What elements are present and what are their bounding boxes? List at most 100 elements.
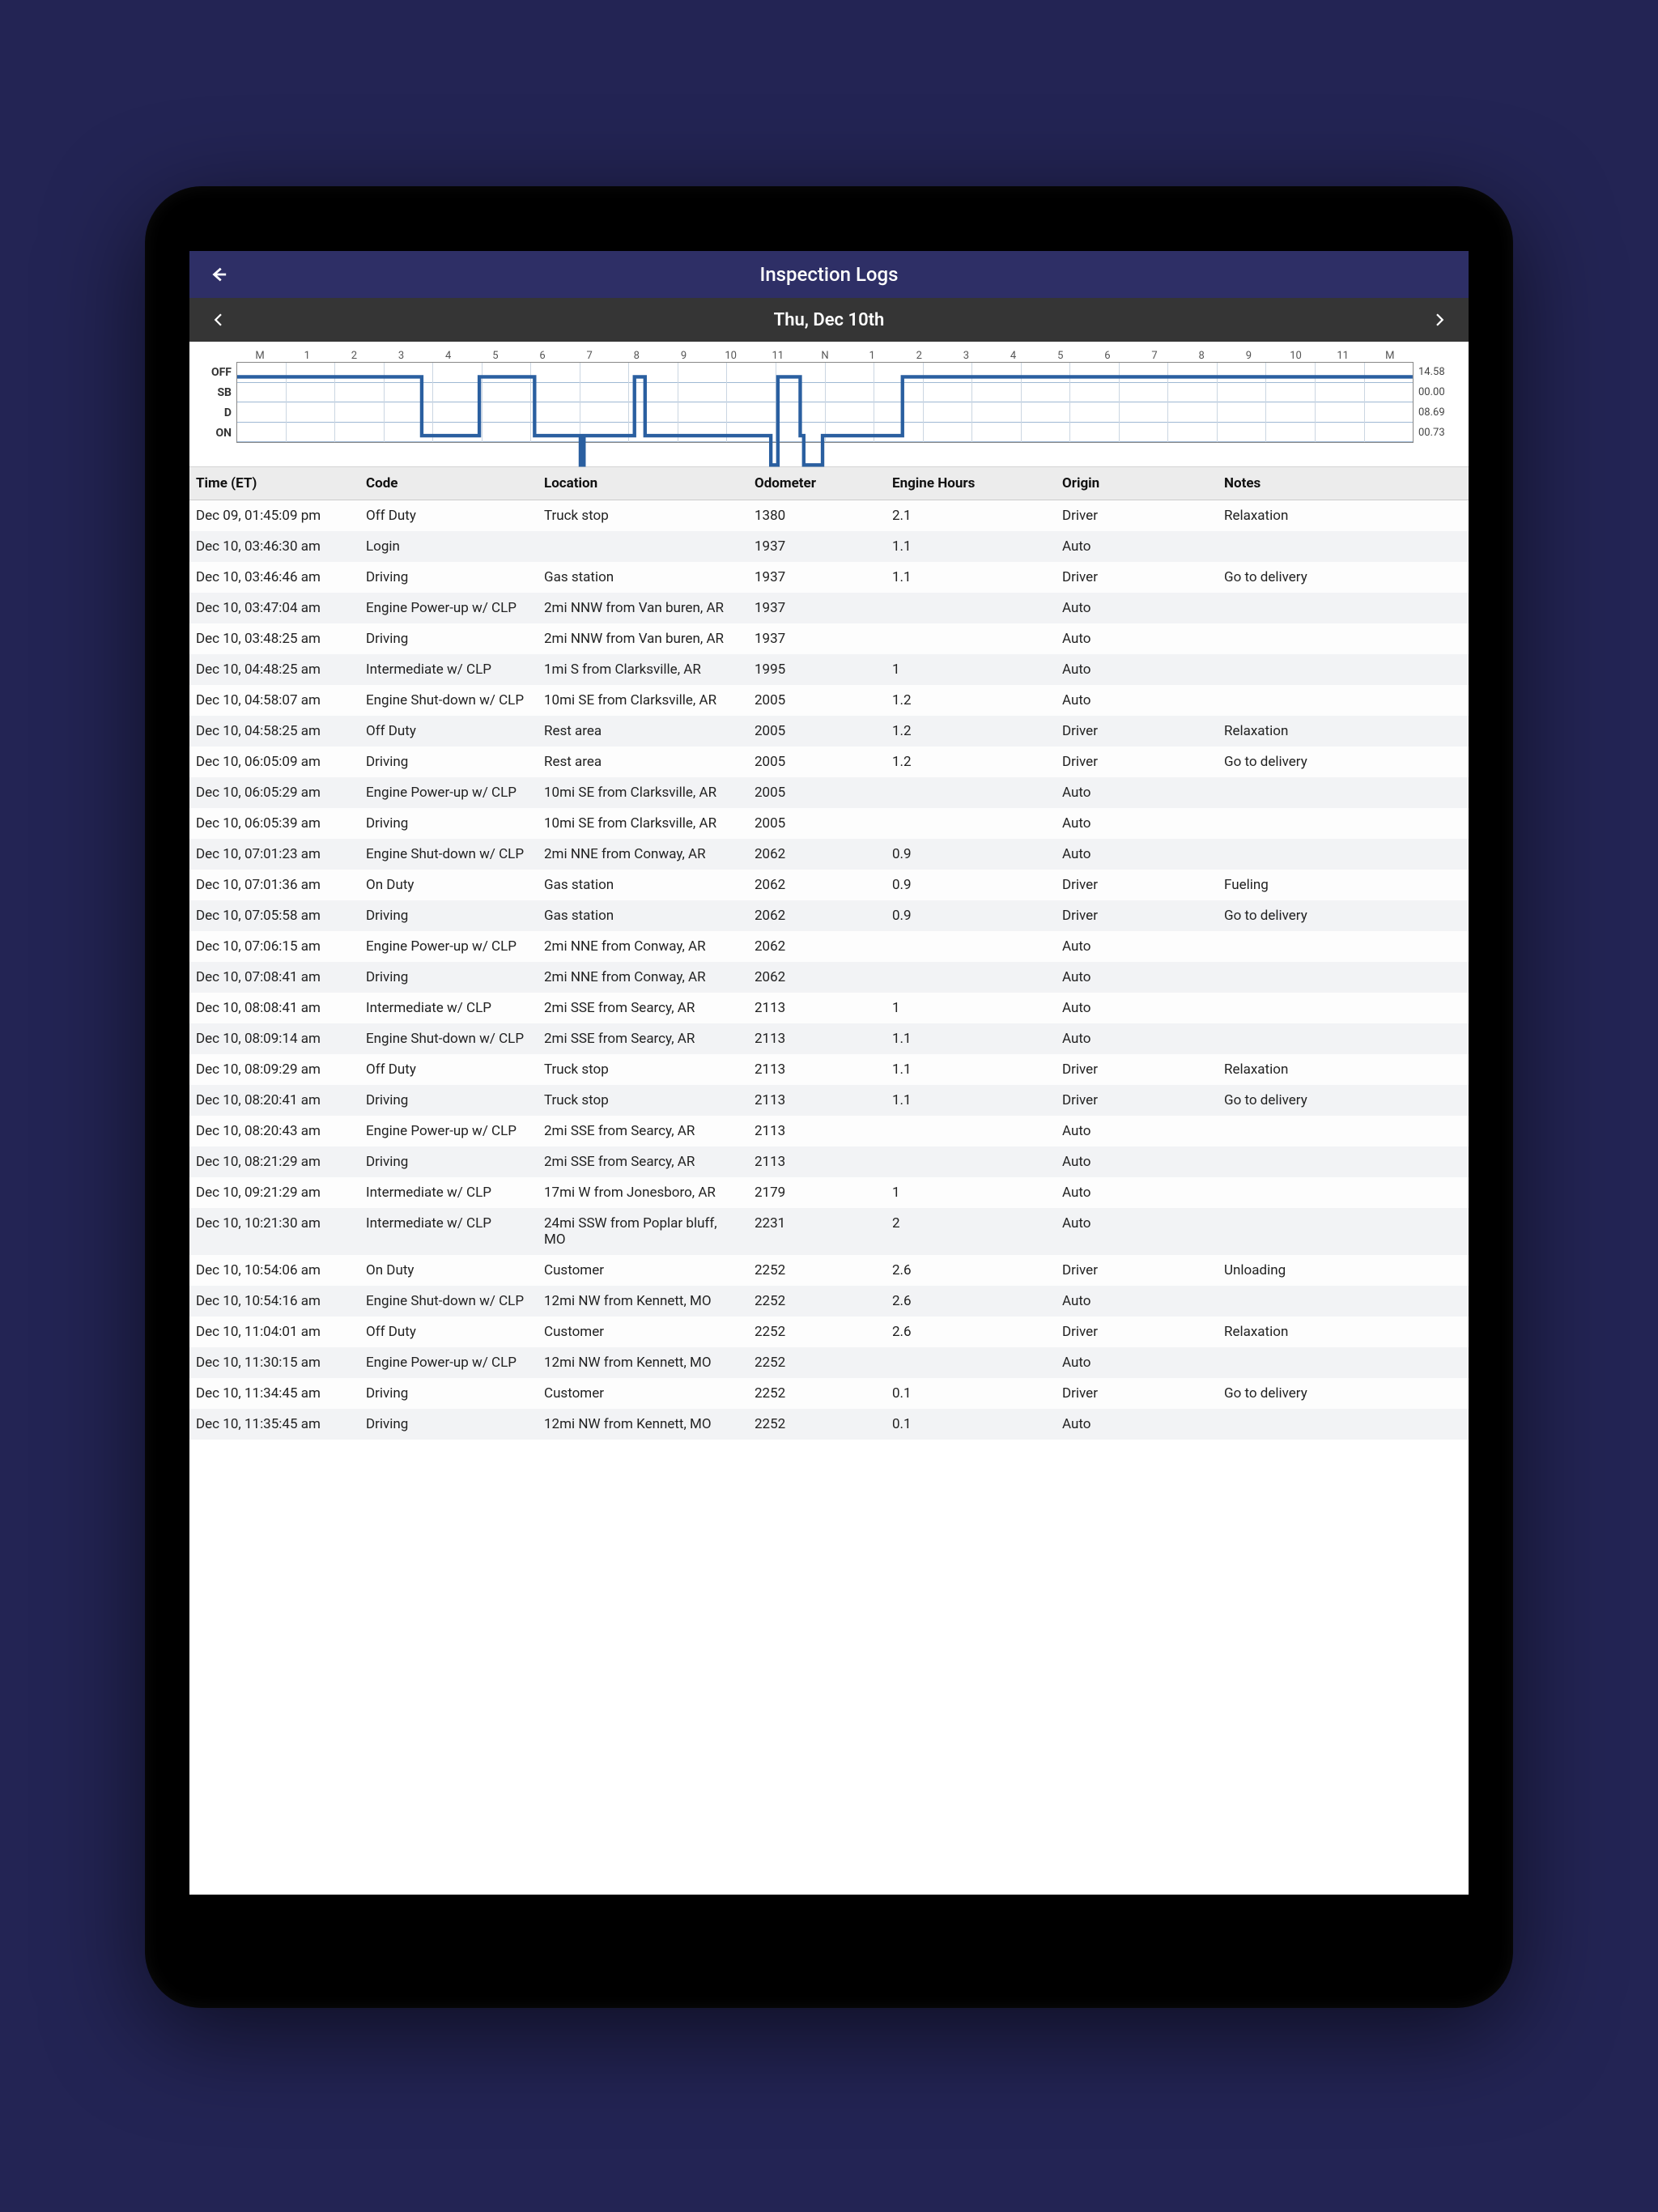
table-row[interactable]: Dec 10, 04:58:07 amEngine Shut-down w/ C… xyxy=(189,685,1469,716)
cell-time: Dec 10, 03:48:25 am xyxy=(189,623,359,654)
cell-time: Dec 10, 11:34:45 am xyxy=(189,1378,359,1409)
cell-code: Driving xyxy=(359,962,538,993)
cell-engine: 1.2 xyxy=(886,747,1056,777)
table-row[interactable]: Dec 10, 06:05:29 amEngine Power-up w/ CL… xyxy=(189,777,1469,808)
cell-code: On Duty xyxy=(359,1255,538,1286)
cell-engine xyxy=(886,1347,1056,1378)
cell-time: Dec 10, 08:20:43 am xyxy=(189,1116,359,1146)
cell-engine: 2.6 xyxy=(886,1255,1056,1286)
cell-code: Engine Shut-down w/ CLP xyxy=(359,685,538,716)
table-row[interactable]: Dec 10, 11:35:45 amDriving12mi NW from K… xyxy=(189,1409,1469,1440)
table-row[interactable]: Dec 10, 10:21:30 amIntermediate w/ CLP24… xyxy=(189,1208,1469,1255)
cell-time: Dec 10, 04:48:25 am xyxy=(189,654,359,685)
tablet-frame: Inspection Logs Thu, Dec 10th M123456789… xyxy=(145,186,1513,2008)
table-row[interactable]: Dec 10, 03:48:25 amDriving2mi NNW from V… xyxy=(189,623,1469,654)
cell-location: 2mi SSE from Searcy, AR xyxy=(538,1146,748,1177)
cell-code: Intermediate w/ CLP xyxy=(359,1177,538,1208)
cell-time: Dec 10, 10:54:06 am xyxy=(189,1255,359,1286)
cell-origin: Driver xyxy=(1056,562,1218,593)
log-table-wrap[interactable]: Time (ET) Code Location Odometer Engine … xyxy=(189,467,1469,1895)
chevron-right-icon xyxy=(1432,310,1447,330)
table-row[interactable]: Dec 10, 11:04:01 amOff DutyCustomer22522… xyxy=(189,1317,1469,1347)
cell-location: 17mi W from Jonesboro, AR xyxy=(538,1177,748,1208)
cell-location: Truck stop xyxy=(538,500,748,532)
titlebar: Inspection Logs xyxy=(189,251,1469,298)
table-row[interactable]: Dec 10, 11:30:15 amEngine Power-up w/ CL… xyxy=(189,1347,1469,1378)
back-button[interactable] xyxy=(207,263,230,286)
table-row[interactable]: Dec 10, 08:20:41 amDrivingTruck stop2113… xyxy=(189,1085,1469,1116)
table-row[interactable]: Dec 10, 07:01:23 amEngine Shut-down w/ C… xyxy=(189,839,1469,870)
table-row[interactable]: Dec 10, 08:20:43 amEngine Power-up w/ CL… xyxy=(189,1116,1469,1146)
cell-origin: Auto xyxy=(1056,777,1218,808)
table-row[interactable]: Dec 10, 10:54:06 amOn DutyCustomer22522.… xyxy=(189,1255,1469,1286)
cell-origin: Auto xyxy=(1056,593,1218,623)
cell-location: 12mi NW from Kennett, MO xyxy=(538,1286,748,1317)
table-row[interactable]: Dec 10, 06:05:39 amDriving10mi SE from C… xyxy=(189,808,1469,839)
cell-odometer: 2062 xyxy=(748,962,886,993)
table-row[interactable]: Dec 10, 08:09:29 amOff DutyTruck stop211… xyxy=(189,1054,1469,1085)
table-row[interactable]: Dec 10, 04:48:25 amIntermediate w/ CLP1m… xyxy=(189,654,1469,685)
cell-origin: Driver xyxy=(1056,1378,1218,1409)
cell-location: Truck stop xyxy=(538,1054,748,1085)
table-row[interactable]: Dec 10, 09:21:29 amIntermediate w/ CLP17… xyxy=(189,1177,1469,1208)
table-row[interactable]: Dec 10, 06:05:09 amDrivingRest area20051… xyxy=(189,747,1469,777)
cell-code: Driving xyxy=(359,900,538,931)
cell-odometer: 2231 xyxy=(748,1208,886,1255)
cell-location: Rest area xyxy=(538,747,748,777)
table-row[interactable]: Dec 10, 08:08:41 amIntermediate w/ CLP2m… xyxy=(189,993,1469,1023)
cell-location: Customer xyxy=(538,1378,748,1409)
table-row[interactable]: Dec 10, 07:08:41 amDriving2mi NNE from C… xyxy=(189,962,1469,993)
cell-time: Dec 10, 10:54:16 am xyxy=(189,1286,359,1317)
cell-odometer: 2062 xyxy=(748,839,886,870)
cell-origin: Auto xyxy=(1056,1409,1218,1440)
cell-odometer: 1937 xyxy=(748,623,886,654)
log-table: Time (ET) Code Location Odometer Engine … xyxy=(189,467,1469,1440)
cell-engine: 1.1 xyxy=(886,1023,1056,1054)
cell-notes xyxy=(1218,623,1469,654)
table-row[interactable]: Dec 10, 07:06:15 amEngine Power-up w/ CL… xyxy=(189,931,1469,962)
date-prev-button[interactable] xyxy=(207,308,230,331)
cell-odometer: 2252 xyxy=(748,1317,886,1347)
cell-location: 12mi NW from Kennett, MO xyxy=(538,1347,748,1378)
datebar: Thu, Dec 10th xyxy=(189,298,1469,342)
cell-location: Gas station xyxy=(538,562,748,593)
cell-engine: 1 xyxy=(886,993,1056,1023)
table-row[interactable]: Dec 10, 04:58:25 amOff DutyRest area2005… xyxy=(189,716,1469,747)
cell-engine: 1.1 xyxy=(886,531,1056,562)
table-row[interactable]: Dec 10, 07:05:58 amDrivingGas station206… xyxy=(189,900,1469,931)
table-row[interactable]: Dec 09, 01:45:09 pmOff DutyTruck stop138… xyxy=(189,500,1469,532)
cell-location: 2mi SSE from Searcy, AR xyxy=(538,1116,748,1146)
cell-time: Dec 10, 08:09:29 am xyxy=(189,1054,359,1085)
cell-origin: Auto xyxy=(1056,1347,1218,1378)
table-row[interactable]: Dec 10, 11:34:45 amDrivingCustomer22520.… xyxy=(189,1378,1469,1409)
cell-notes xyxy=(1218,1177,1469,1208)
table-row[interactable]: Dec 10, 08:09:14 amEngine Shut-down w/ C… xyxy=(189,1023,1469,1054)
cell-code: Driving xyxy=(359,1085,538,1116)
cell-odometer: 2113 xyxy=(748,993,886,1023)
cell-location: Gas station xyxy=(538,870,748,900)
cell-odometer: 2252 xyxy=(748,1378,886,1409)
cell-code: Intermediate w/ CLP xyxy=(359,1208,538,1255)
table-row[interactable]: Dec 10, 08:21:29 amDriving2mi SSE from S… xyxy=(189,1146,1469,1177)
cell-time: Dec 09, 01:45:09 pm xyxy=(189,500,359,532)
cell-notes: Relaxation xyxy=(1218,716,1469,747)
table-row[interactable]: Dec 10, 07:01:36 amOn DutyGas station206… xyxy=(189,870,1469,900)
cell-location: 2mi NNE from Conway, AR xyxy=(538,931,748,962)
cell-origin: Auto xyxy=(1056,931,1218,962)
cell-odometer: 2005 xyxy=(748,685,886,716)
table-row[interactable]: Dec 10, 03:47:04 amEngine Power-up w/ CL… xyxy=(189,593,1469,623)
table-row[interactable]: Dec 10, 03:46:30 amLogin19371.1Auto xyxy=(189,531,1469,562)
date-next-button[interactable] xyxy=(1428,308,1451,331)
cell-odometer: 2005 xyxy=(748,777,886,808)
cell-time: Dec 10, 08:09:14 am xyxy=(189,1023,359,1054)
cell-time: Dec 10, 11:30:15 am xyxy=(189,1347,359,1378)
cell-engine xyxy=(886,777,1056,808)
cell-engine: 0.1 xyxy=(886,1378,1056,1409)
cell-notes xyxy=(1218,839,1469,870)
table-row[interactable]: Dec 10, 03:46:46 amDrivingGas station193… xyxy=(189,562,1469,593)
table-row[interactable]: Dec 10, 10:54:16 amEngine Shut-down w/ C… xyxy=(189,1286,1469,1317)
cell-odometer: 2252 xyxy=(748,1255,886,1286)
cell-location xyxy=(538,531,748,562)
cell-code: Off Duty xyxy=(359,1054,538,1085)
cell-time: Dec 10, 08:20:41 am xyxy=(189,1085,359,1116)
